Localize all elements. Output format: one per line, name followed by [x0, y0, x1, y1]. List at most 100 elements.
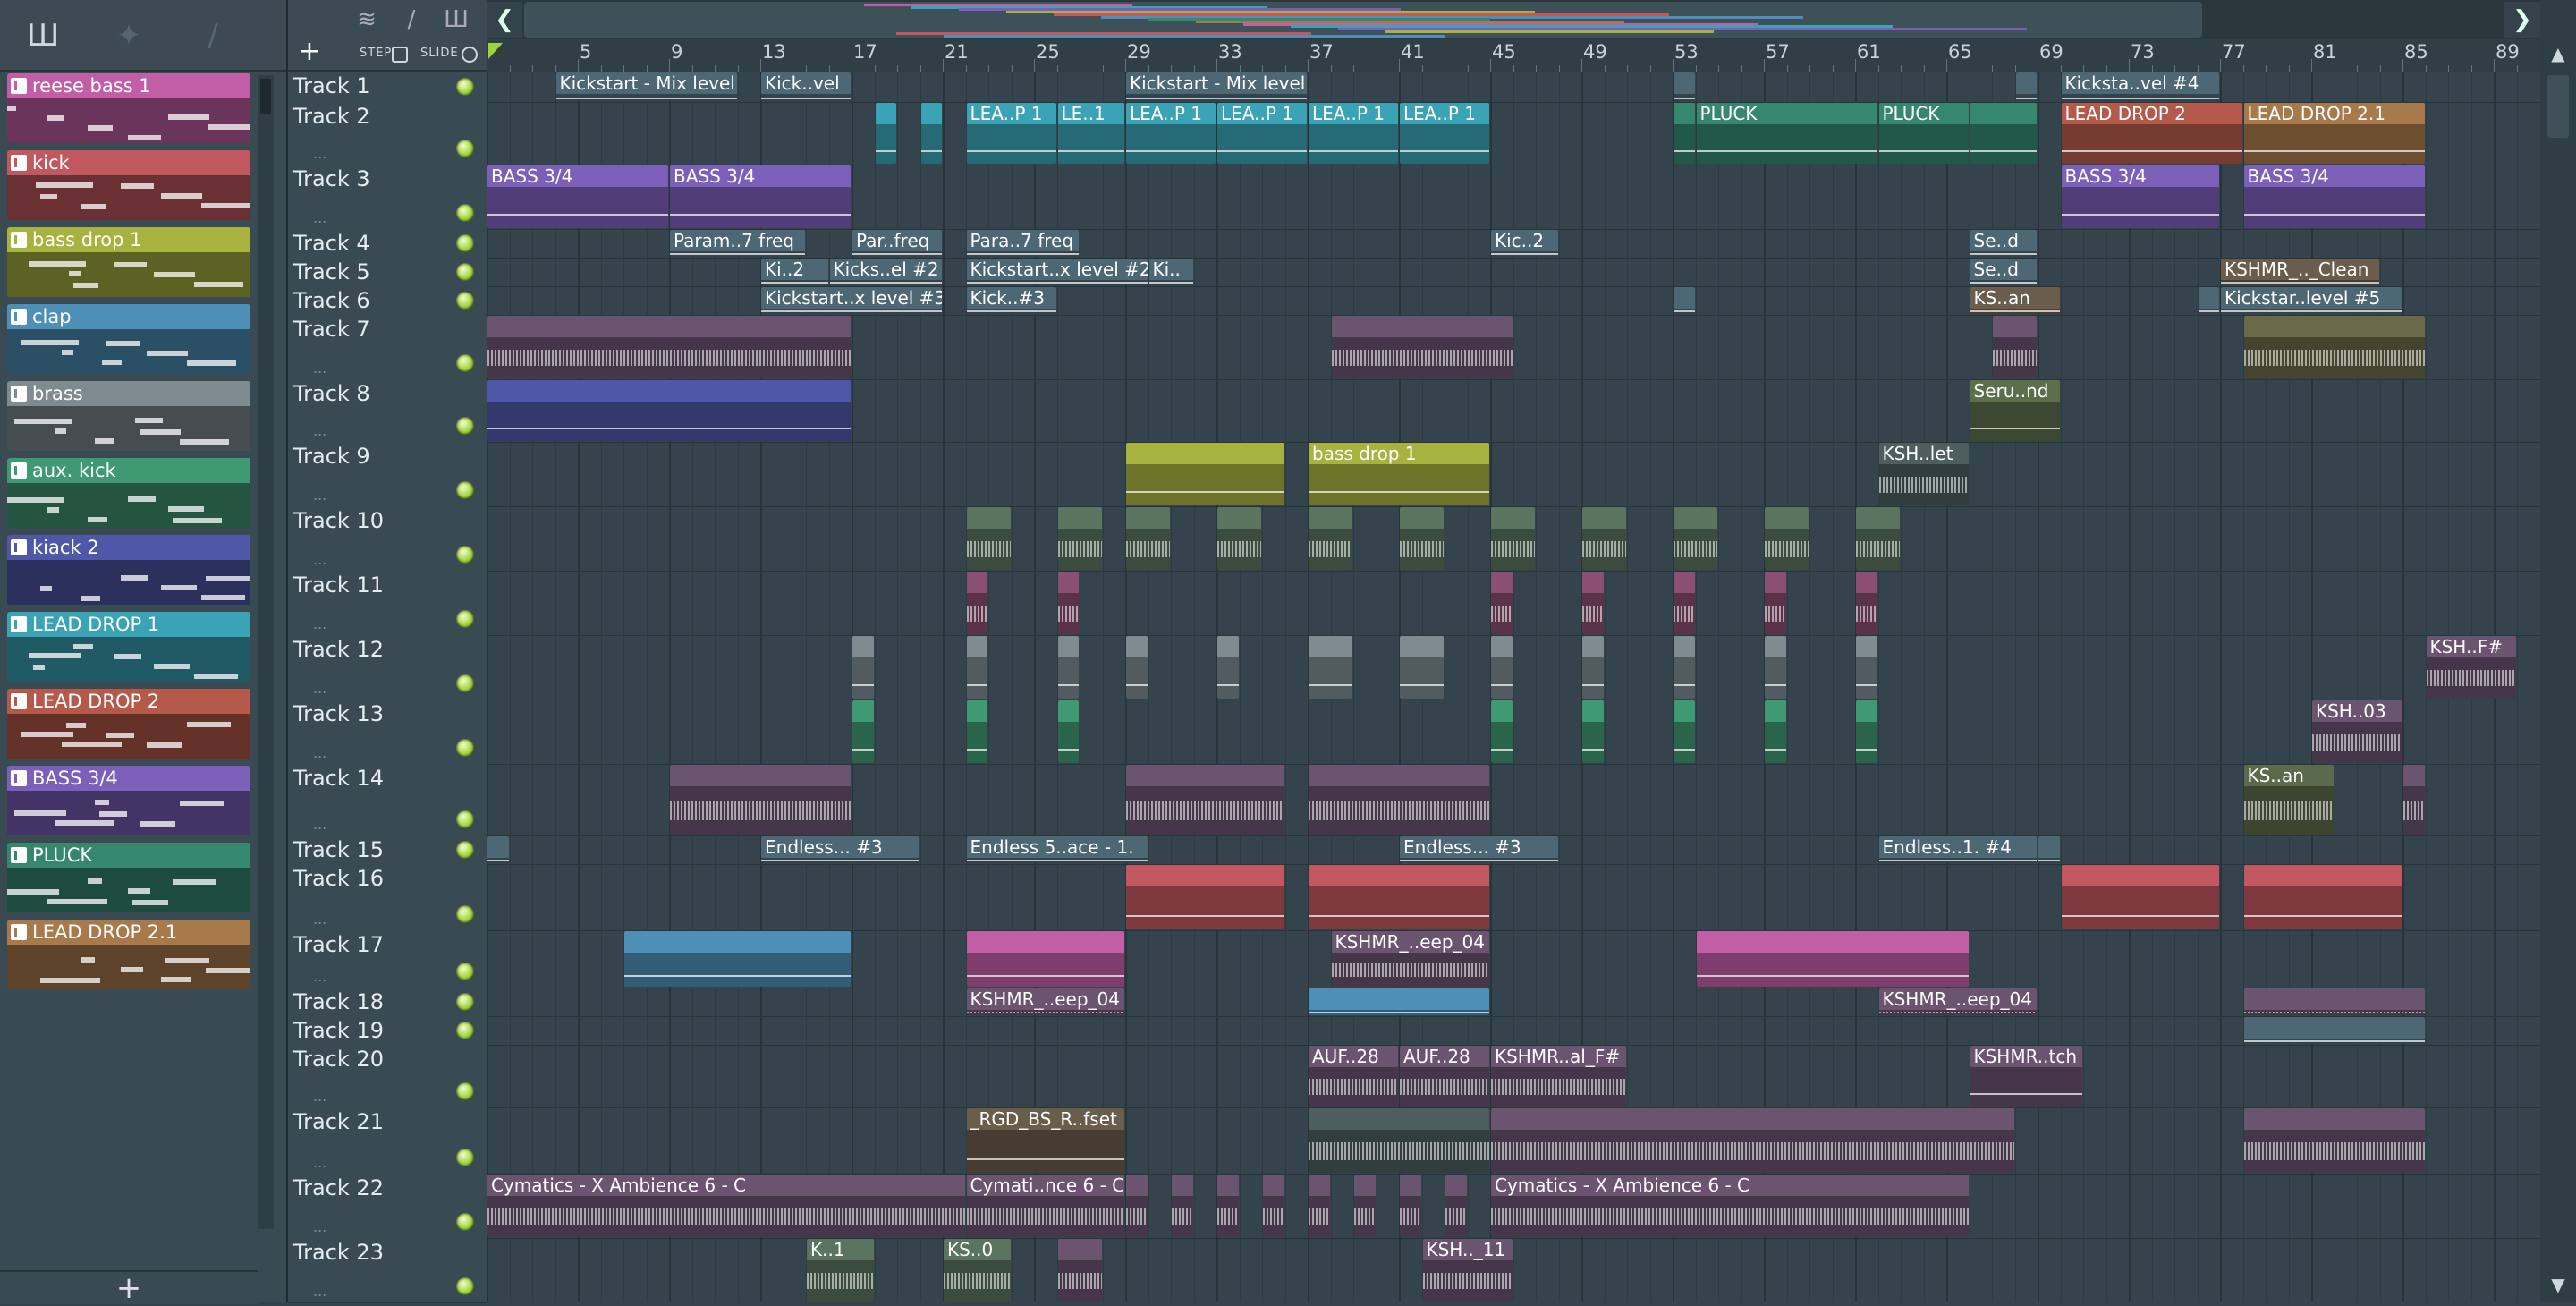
track-mute-led[interactable]: [456, 739, 474, 757]
track-name[interactable]: Track 23: [293, 1240, 384, 1265]
audio-clip[interactable]: [1491, 572, 1513, 634]
track-mute-led[interactable]: [456, 1277, 474, 1295]
track-header[interactable]: Track 8 ...: [288, 379, 487, 443]
pattern-clip[interactable]: [1696, 931, 1969, 987]
pattern-clip[interactable]: LEA..P 1: [1400, 103, 1489, 164]
track-mute-led[interactable]: [456, 481, 474, 499]
audio-clip[interactable]: [2243, 316, 2425, 378]
overview-viewport[interactable]: [524, 2, 2202, 38]
vertical-scroll-thumb[interactable]: [2547, 75, 2569, 138]
scroll-up-arrow-icon[interactable]: ▲: [2540, 36, 2576, 72]
audio-clip[interactable]: [1263, 1175, 1284, 1237]
audio-clip[interactable]: [1765, 572, 1786, 634]
track-name[interactable]: Track 9: [293, 444, 370, 469]
track-name[interactable]: Track 6: [293, 288, 370, 313]
automation-clip[interactable]: [1674, 72, 1695, 101]
track-name[interactable]: Track 12: [293, 637, 384, 662]
audio-clip[interactable]: KSH..F#: [2426, 636, 2516, 699]
audio-clip[interactable]: KSHMR..al_F#: [1491, 1046, 1626, 1107]
track-header[interactable]: Track 1: [288, 72, 487, 103]
pattern-clip[interactable]: PLUCK: [1878, 103, 1969, 164]
scroll-right-arrow-icon[interactable]: ❯: [2504, 2, 2540, 38]
pattern-clip[interactable]: BASS 3/4: [2243, 165, 2425, 228]
pattern-clip[interactable]: [852, 636, 874, 699]
pattern-clip[interactable]: [1057, 636, 1079, 699]
pattern-clip[interactable]: [1674, 636, 1695, 699]
audio-clip[interactable]: [1126, 1175, 1148, 1237]
track-mute-led[interactable]: [456, 292, 474, 310]
audio-clip[interactable]: Cymatics - X Ambience 6 - C: [487, 1175, 965, 1237]
pattern-clip[interactable]: [624, 931, 851, 987]
automation-clip[interactable]: KSHMR..tch: [1970, 1046, 2082, 1107]
scroll-left-arrow-icon[interactable]: ❮: [487, 2, 522, 38]
audio-clip[interactable]: [1126, 765, 1284, 835]
pattern-clip[interactable]: [1126, 443, 1284, 505]
automation-clip[interactable]: Kicks..el #2: [829, 259, 942, 285]
audio-clip[interactable]: KSHMR_..eep_04: [1331, 931, 1489, 987]
automation-clip[interactable]: Kicksta..vel #4: [2061, 72, 2219, 101]
audio-clip[interactable]: [1993, 316, 2037, 378]
track-header[interactable]: Track 4: [288, 229, 487, 259]
audio-clip[interactable]: [966, 507, 1011, 570]
audio-clip[interactable]: [2403, 765, 2425, 835]
track-mute-led[interactable]: [456, 204, 474, 222]
track-name[interactable]: Track 16: [293, 866, 384, 891]
pattern-clip[interactable]: LEA..P 1: [966, 103, 1056, 164]
pattern-clip[interactable]: [852, 700, 874, 763]
track-mute-led[interactable]: [456, 905, 474, 923]
track-mute-led[interactable]: [456, 963, 474, 980]
pattern-clip[interactable]: [1582, 700, 1604, 763]
pattern-clip[interactable]: [1309, 988, 1489, 1015]
pattern-clip[interactable]: [1309, 636, 1352, 699]
automation-clip[interactable]: Se..d: [1970, 259, 2037, 285]
audio-clip[interactable]: [966, 572, 987, 634]
pattern-clip[interactable]: [1674, 700, 1695, 763]
track-name[interactable]: Track 18: [293, 989, 384, 1014]
track-mute-led[interactable]: [456, 1022, 474, 1039]
audio-clip[interactable]: [670, 765, 851, 835]
track-name[interactable]: Track 19: [293, 1018, 384, 1043]
pattern-clip[interactable]: [1856, 700, 1877, 763]
audio-clip[interactable]: [1057, 1239, 1102, 1302]
track-name[interactable]: Track 11: [293, 572, 384, 598]
audio-clip[interactable]: [1491, 1108, 2014, 1173]
automation-clip[interactable]: [487, 836, 509, 863]
track-header[interactable]: Track 20 ...: [288, 1045, 487, 1108]
track-mute-led[interactable]: [456, 1082, 474, 1100]
pattern-icon[interactable]: Ш: [440, 5, 472, 34]
track-name[interactable]: Track 22: [293, 1175, 384, 1200]
automation-clip[interactable]: _RGD_BS_R..fset: [966, 1108, 1124, 1173]
pattern-clip[interactable]: LEAD DROP 2: [2061, 103, 2242, 164]
pattern-item[interactable]: BASS 3/4: [7, 766, 250, 835]
audio-clip[interactable]: KSHMR_..eep_04: [1878, 988, 2037, 1015]
track-header[interactable]: Track 22 ...: [288, 1174, 487, 1239]
track-header[interactable]: Track 10 ...: [288, 506, 487, 572]
automation-clip[interactable]: Ki..2: [761, 259, 828, 285]
audio-clip[interactable]: [1674, 572, 1695, 634]
track-name[interactable]: Track 3: [293, 166, 370, 191]
track-name[interactable]: Track 5: [293, 259, 370, 284]
audio-clip[interactable]: KS..0: [944, 1239, 1011, 1302]
track-header[interactable]: Track 2 ...: [288, 102, 487, 165]
track-mute-led[interactable]: [456, 234, 474, 252]
pattern-clip[interactable]: [1126, 865, 1284, 929]
scroll-down-arrow-icon[interactable]: ▼: [2540, 1267, 2576, 1302]
track-name[interactable]: Track 21: [293, 1109, 384, 1134]
pattern-clip[interactable]: [875, 103, 896, 164]
track-header[interactable]: Track 7 ...: [288, 315, 487, 380]
track-header[interactable]: Track 18: [288, 988, 487, 1017]
automation-clip[interactable]: Kic..2: [1491, 230, 1558, 257]
track-header[interactable]: Track 15: [288, 835, 487, 865]
track-mute-led[interactable]: [456, 1213, 474, 1231]
automation-clip[interactable]: Kick..vel: [761, 72, 851, 101]
track-name[interactable]: Track 20: [293, 1047, 384, 1072]
picker-scroll-thumb[interactable]: [260, 79, 271, 114]
pattern-item[interactable]: LEAD DROP 2: [7, 689, 250, 759]
pattern-clip[interactable]: [1217, 636, 1239, 699]
pattern-picker-icon[interactable]: Ш: [23, 16, 63, 55]
audio-clip[interactable]: [1172, 1175, 1193, 1237]
automation-clip[interactable]: [2015, 72, 2037, 101]
audio-clip[interactable]: K..1: [807, 1239, 874, 1302]
automation-picker-icon[interactable]: ∕: [193, 16, 233, 55]
audio-clip[interactable]: [1354, 1175, 1376, 1237]
